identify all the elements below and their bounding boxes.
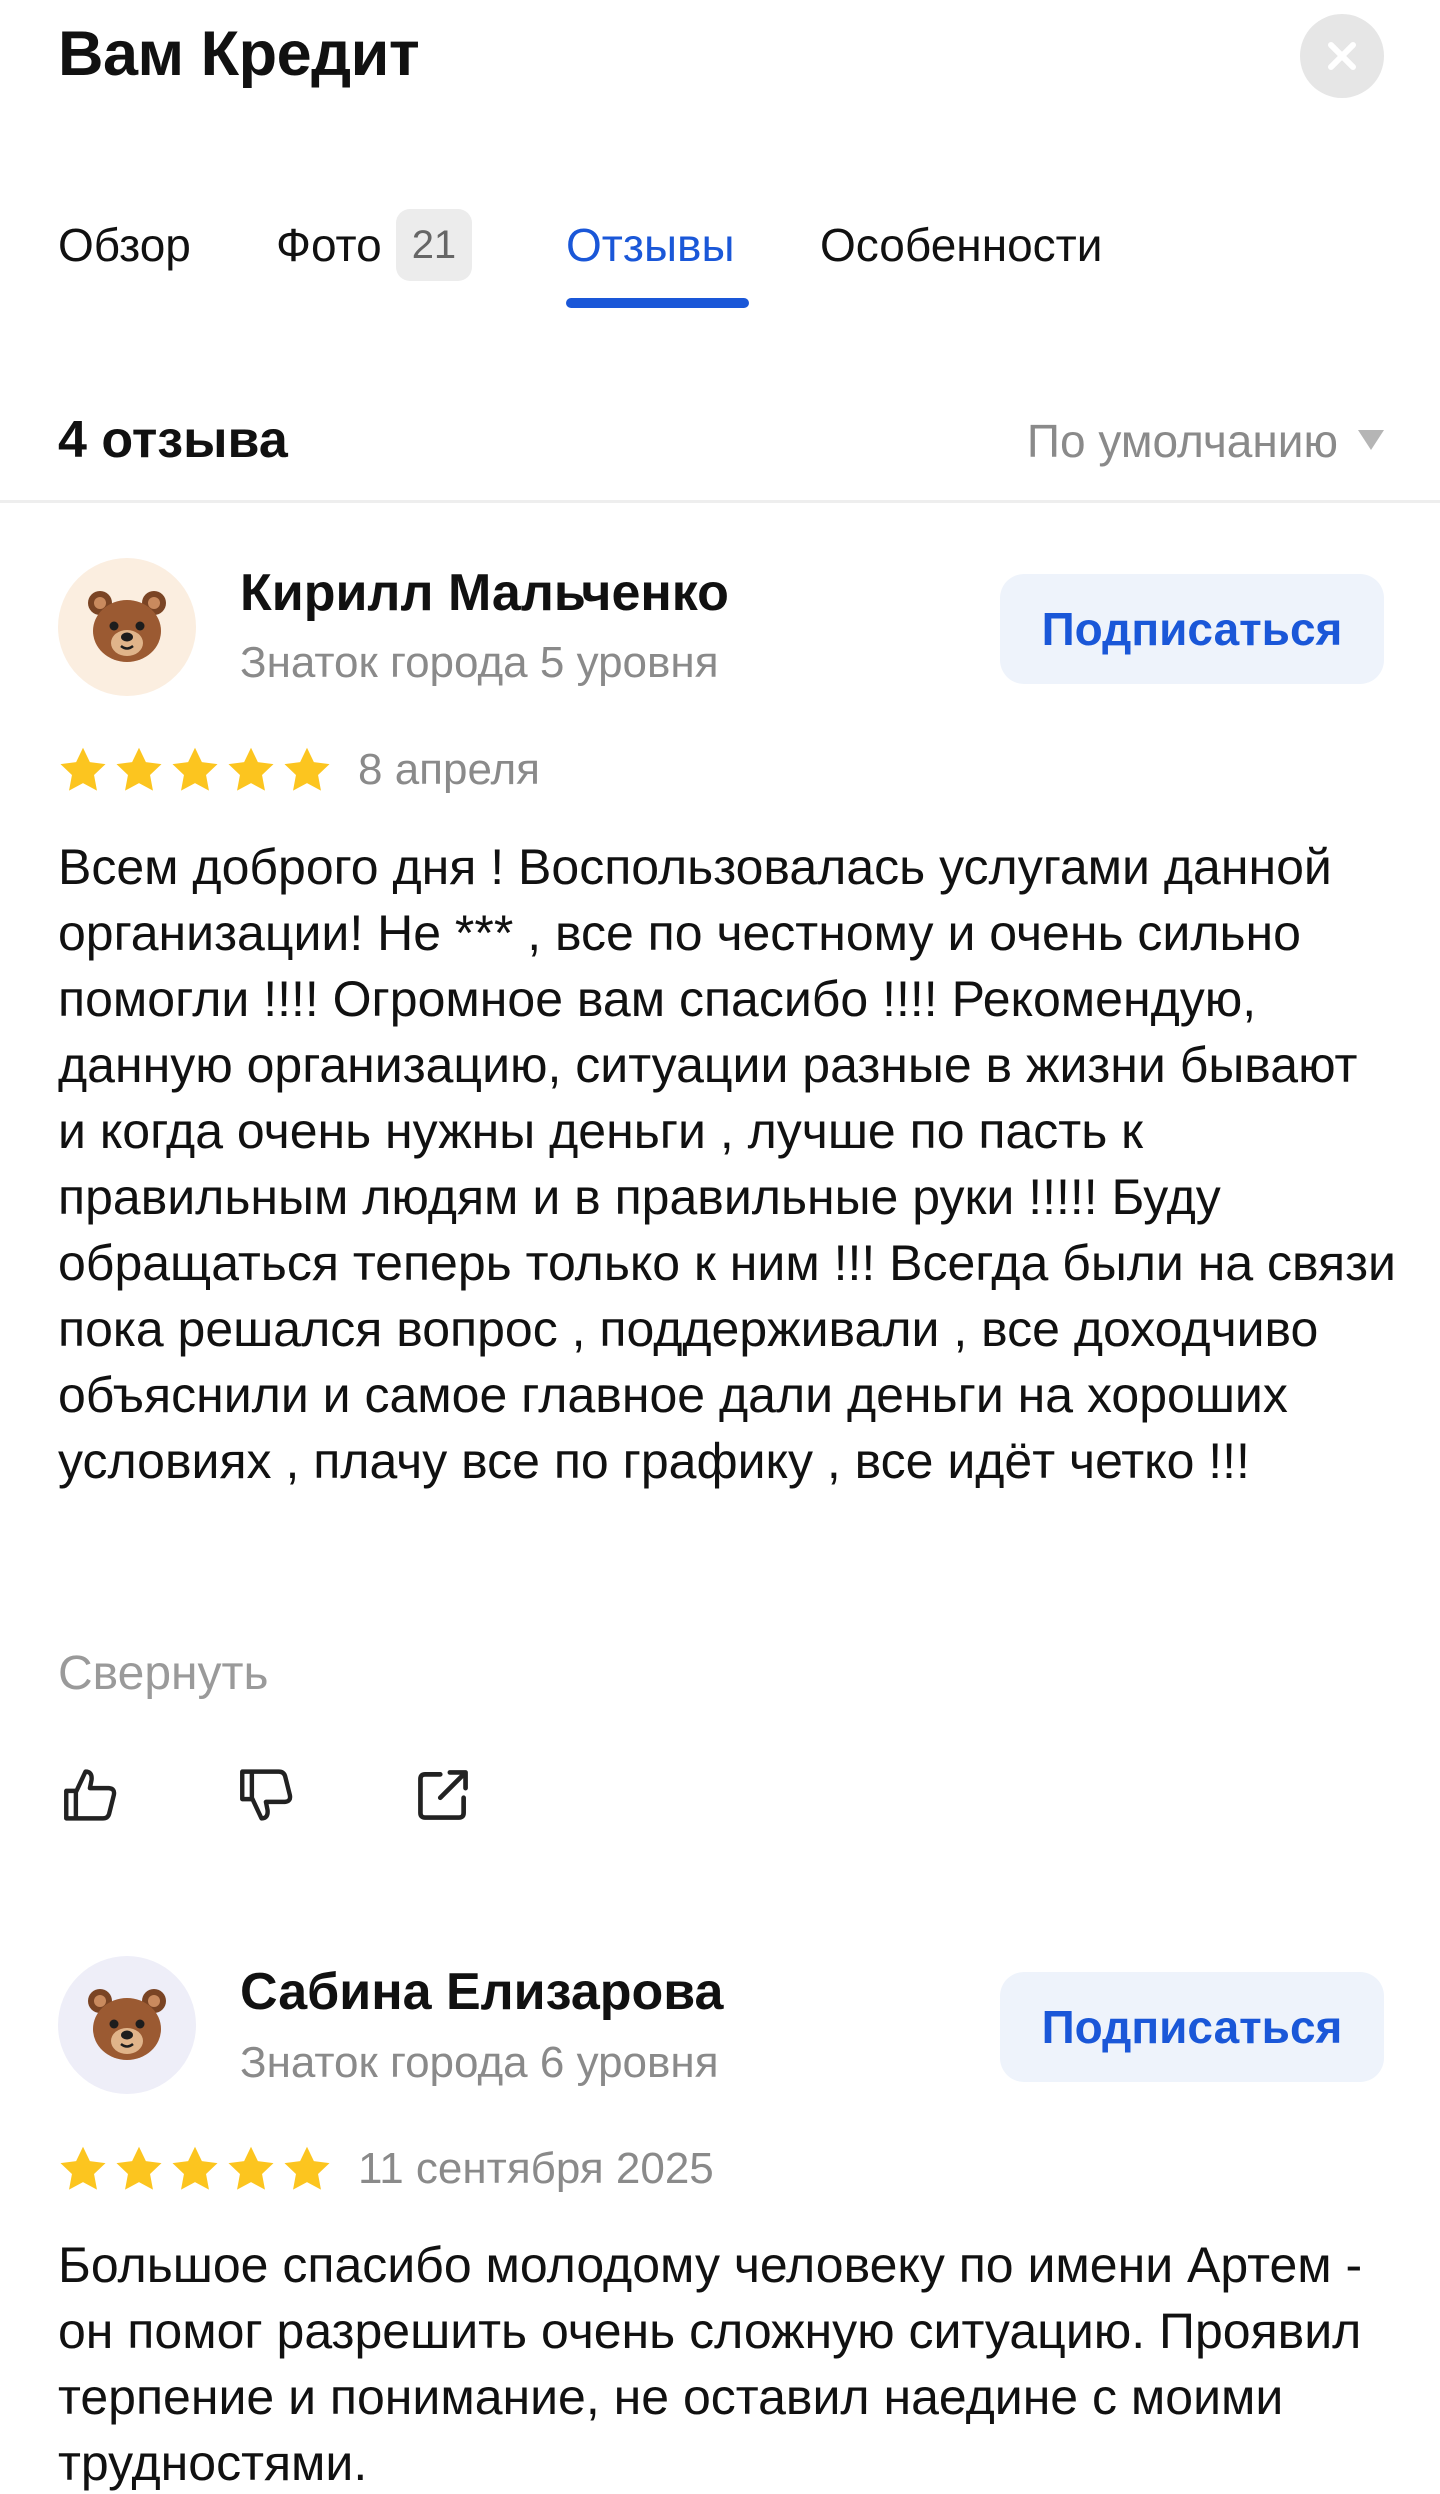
star-icon — [116, 747, 162, 791]
star-icon — [172, 747, 218, 791]
sort-dropdown[interactable]: По умолчанию — [1027, 414, 1338, 468]
star-icon — [60, 747, 106, 791]
bear-icon — [88, 1989, 166, 2060]
author-name[interactable]: Кирилл Мальченко — [240, 563, 729, 623]
rating-stars — [58, 2145, 332, 2193]
star-icon — [116, 2146, 162, 2190]
avatar[interactable] — [58, 558, 196, 696]
tab-photos[interactable]: Фото 21 — [276, 200, 473, 290]
star-icon — [284, 747, 330, 791]
review-date: 11 сентября 2025 — [358, 2144, 714, 2193]
review-text: Всем доброго дня ! Воспользовалась услуг… — [58, 839, 1396, 1489]
photo-count-badge: 21 — [395, 208, 473, 281]
reviews-header: 4 отзыва По умолчанию — [0, 400, 1440, 490]
subscribe-button[interactable]: Подписаться — [1000, 1972, 1384, 2082]
tab-overview[interactable]: Обзор — [58, 200, 191, 290]
tab-reviews-label: Отзывы — [566, 219, 735, 271]
star-icon — [228, 747, 274, 791]
thumbs-up-icon[interactable] — [58, 1762, 124, 1828]
star-icon — [228, 2146, 274, 2190]
star-icon — [60, 2146, 106, 2190]
chevron-down-icon[interactable] — [1358, 430, 1384, 450]
tab-overview-label: Обзор — [58, 219, 191, 271]
collapse-link[interactable]: Свернуть — [58, 1646, 269, 1701]
rating-stars — [58, 746, 332, 794]
review-text: Большое спасибо молодому человеку по име… — [58, 2237, 1363, 2491]
share-icon[interactable] — [410, 1762, 476, 1828]
tab-features-label: Особенности — [820, 219, 1103, 271]
page-title: Вам Кредит — [58, 19, 420, 89]
star-icon — [284, 2146, 330, 2190]
avatar[interactable] — [58, 1956, 196, 2094]
reviews-count: 4 отзыва — [58, 411, 288, 469]
header: Вам Кредит — [0, 0, 1440, 130]
tab-reviews[interactable]: Отзывы — [566, 200, 735, 290]
close-icon — [1328, 42, 1356, 70]
review-date: 8 апреля — [358, 745, 540, 794]
tab-features[interactable]: Особенности — [820, 200, 1102, 290]
tab-photos-label: Фото — [276, 219, 382, 271]
author-name[interactable]: Сабина Елизарова — [240, 1962, 723, 2022]
author-level: Знаток города 6 уровня — [240, 2038, 719, 2087]
author-level: Знаток города 5 уровня — [240, 638, 719, 687]
tab-bar: Обзор Фото 21 Отзывы Особенности — [0, 200, 1440, 320]
thumbs-down-icon[interactable] — [234, 1762, 300, 1828]
star-icon — [172, 2146, 218, 2190]
close-button[interactable] — [1300, 14, 1384, 98]
subscribe-button[interactable]: Подписаться — [1000, 574, 1384, 684]
active-tab-indicator — [566, 298, 749, 308]
review-actions — [58, 1762, 476, 1828]
divider — [0, 500, 1440, 503]
bear-icon — [88, 591, 166, 662]
